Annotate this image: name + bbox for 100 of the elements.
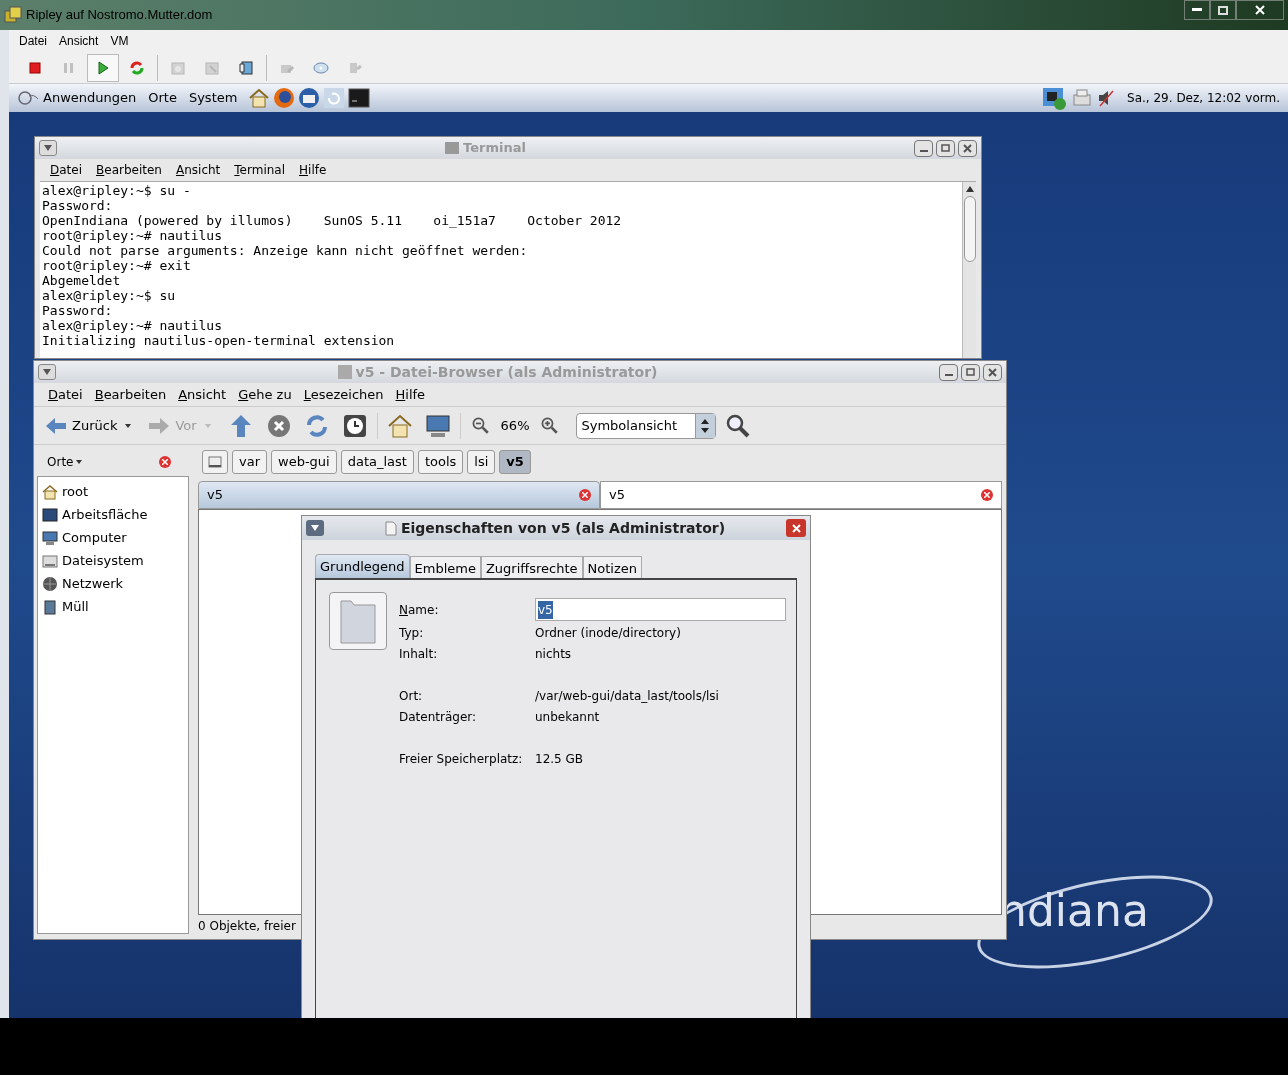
left-arrow-icon <box>44 415 68 436</box>
launcher-button[interactable] <box>272 86 297 110</box>
path-button[interactable]: data_last <box>340 450 414 474</box>
stop-icon <box>265 412 292 439</box>
path-button[interactable]: var <box>232 450 267 474</box>
launcher-button[interactable] <box>347 86 372 110</box>
field-label: Ort: <box>399 687 424 705</box>
field-value: nichts <box>535 645 572 663</box>
close-icon <box>984 492 990 498</box>
panel-menu[interactable]: Orte <box>148 88 177 108</box>
place-label[interactable]: Netzwerk <box>62 573 124 594</box>
window-menu-button[interactable] <box>306 520 324 536</box>
close-icon <box>791 523 801 533</box>
maximize-button[interactable] <box>961 363 980 381</box>
menu-item[interactable]: Terminal <box>234 161 285 179</box>
field-label: Name: <box>399 601 440 619</box>
place-label[interactable]: Computer <box>62 527 127 548</box>
menu-item[interactable]: Bearbeiten <box>96 161 162 179</box>
menu-item[interactable]: Gehe zu <box>238 384 292 405</box>
play-button[interactable] <box>87 53 119 82</box>
maximize-icon <box>966 368 975 376</box>
trash-icon <box>42 598 58 615</box>
triangle-icon <box>44 145 52 151</box>
globe-icon <box>42 575 58 592</box>
name-field[interactable]: v5 <box>535 598 786 621</box>
scrollbar-thumb[interactable] <box>963 196 976 262</box>
close-sidebar-button[interactable] <box>159 456 171 468</box>
triangle-icon <box>43 369 51 375</box>
drive-icon <box>337 365 352 379</box>
view-dropdown[interactable]: Symbolansicht <box>575 412 716 439</box>
caret-icon <box>76 460 83 464</box>
window-menu-button[interactable] <box>39 140 57 156</box>
field-value: 12.5 GB <box>535 750 584 768</box>
field-label: Typ: <box>399 624 425 642</box>
computer-icon <box>42 529 58 546</box>
tab[interactable]: Zugriffsrechte <box>480 556 583 580</box>
close-tab-button[interactable] <box>579 489 591 501</box>
minimize-icon <box>944 374 953 376</box>
maximize-icon <box>1218 5 1228 15</box>
close-icon <box>582 492 588 498</box>
sidebar-header[interactable]: Orte <box>47 453 74 471</box>
menu-item[interactable]: Ansicht <box>59 32 99 50</box>
tab[interactable]: v5 <box>600 481 1002 509</box>
mail-icon <box>298 87 321 109</box>
menu-item[interactable]: Datei <box>50 161 83 179</box>
home-icon <box>42 483 58 500</box>
field-label: Datenträger: <box>399 708 478 726</box>
play-icon <box>95 59 111 76</box>
close-icon <box>963 143 972 153</box>
folder-icon <box>337 597 379 645</box>
minimize-button[interactable] <box>939 363 958 381</box>
minimize-button[interactable] <box>914 139 933 157</box>
place-label[interactable]: Dateisystem <box>62 550 144 571</box>
menu-item[interactable]: Bearbeiten <box>94 384 167 405</box>
network-icon <box>1041 86 1068 110</box>
place-label[interactable]: root <box>62 481 89 502</box>
stop-icon <box>27 59 43 76</box>
tab[interactable]: Grundlegend <box>315 554 410 578</box>
tab[interactable]: v5 <box>198 481 600 509</box>
drive-icon <box>208 455 222 469</box>
menu-item[interactable]: Lesezeichen <box>303 384 384 405</box>
close-tab-button[interactable] <box>981 489 993 501</box>
maximize-button[interactable] <box>936 139 955 157</box>
place-label[interactable]: Arbeitsfläche <box>62 504 148 525</box>
panel-menu[interactable]: System <box>188 88 238 108</box>
field-value: Ordner (inode/directory) <box>535 624 681 642</box>
root-path-button[interactable] <box>202 450 228 474</box>
path-button[interactable]: tools <box>417 450 464 474</box>
close-button[interactable] <box>958 139 977 157</box>
path-button[interactable]: v5 <box>499 450 531 474</box>
back-button[interactable]: Zurück <box>42 415 120 436</box>
zoom-level: 66% <box>500 416 530 435</box>
menu-item[interactable]: Hilfe <box>395 384 426 405</box>
menu-item[interactable]: Datei <box>48 384 83 405</box>
app-icon <box>4 6 22 24</box>
scroll-up-arrow-icon <box>965 185 974 193</box>
refresh-icon <box>129 59 145 76</box>
close-icon <box>1255 5 1265 15</box>
place-label[interactable]: Müll <box>62 596 89 617</box>
terminal-icon <box>445 142 460 154</box>
menu-item[interactable]: Ansicht <box>175 161 221 179</box>
home-icon <box>248 87 271 109</box>
path-button[interactable]: lsi <box>467 450 496 474</box>
field-label: Freier Speicherplatz: <box>399 750 524 768</box>
logo-icon <box>17 90 39 106</box>
path-button[interactable]: web-gui <box>271 450 337 474</box>
desktop-icon <box>42 506 58 523</box>
menu-item[interactable]: VM <box>110 32 129 50</box>
menu-item[interactable]: Ansicht <box>178 384 227 405</box>
close-button[interactable] <box>983 363 1002 381</box>
menu-item[interactable]: Datei <box>19 32 47 50</box>
search-icon <box>724 412 751 439</box>
menu-item[interactable]: Hilfe <box>299 161 327 179</box>
window-menu-button[interactable] <box>38 364 56 380</box>
close-icon <box>162 459 168 465</box>
field-value: unbekannt <box>535 708 600 726</box>
close-button[interactable] <box>786 519 806 537</box>
panel-menu[interactable]: Anwendungen <box>43 88 137 108</box>
browser-icon <box>273 87 296 109</box>
spinner-arrows-icon <box>701 418 709 433</box>
